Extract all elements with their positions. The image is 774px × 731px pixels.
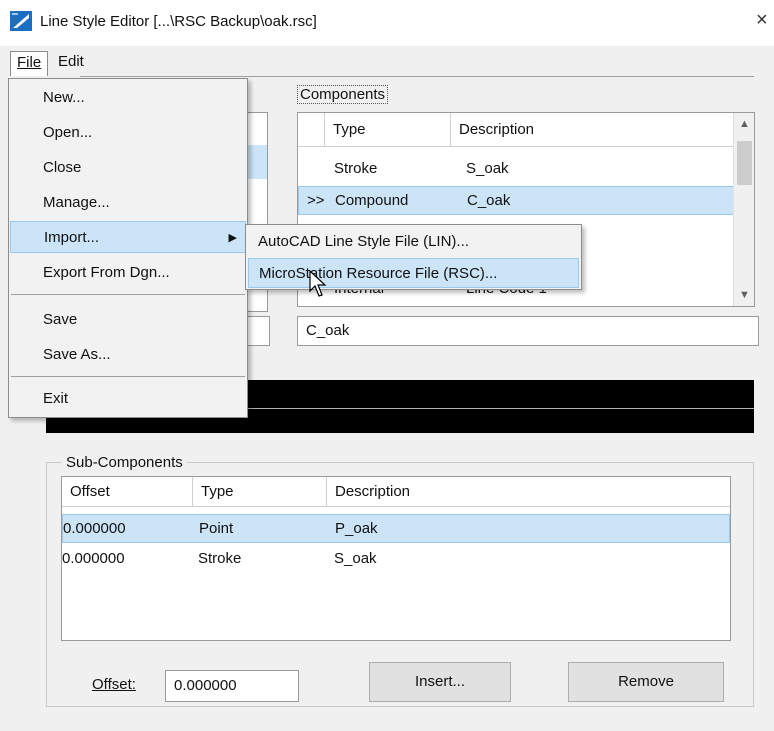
close-icon[interactable]: ×: [756, 9, 768, 32]
import-submenu: AutoCAD Line Style File (LIN)... MicroSt…: [245, 224, 582, 290]
menu-item-close[interactable]: Close: [10, 152, 246, 184]
menu-file[interactable]: File: [10, 51, 49, 76]
cell-description: P_oak: [335, 520, 378, 537]
components-label: Components: [297, 85, 389, 104]
list-item-selected[interactable]: >> Compound C_oak: [298, 186, 734, 215]
file-menu-dropdown: New... Open... Close Manage... Import...…: [8, 78, 248, 418]
submenu-item-microstation-rsc[interactable]: MicroStation Resource File (RSC)...: [248, 258, 579, 288]
components-header: Type Description: [298, 113, 754, 147]
list-item[interactable]: Stroke S_oak: [298, 155, 754, 184]
cell-offset: 0.000000: [62, 550, 125, 567]
title-bar: Line Style Editor [...\RSC Backup\oak.rs…: [0, 0, 774, 46]
table-row[interactable]: 0.000000 Stroke S_oak: [62, 545, 730, 574]
cell-type: Stroke: [198, 550, 242, 567]
column-header-description[interactable]: Description: [450, 113, 734, 147]
sub-components-list[interactable]: Offset Type Description 0.000000 Point P…: [61, 476, 731, 641]
sub-components-label: Sub-Components: [62, 454, 187, 471]
cell-description: S_oak: [334, 550, 377, 567]
offset-label-text: Offset:: [92, 676, 136, 693]
menu-separator: [11, 294, 245, 295]
menu-item-export[interactable]: Export From Dgn...: [10, 257, 246, 289]
row-marker: >>: [307, 192, 325, 209]
offset-label: Offset:: [92, 676, 136, 693]
insert-button[interactable]: Insert...: [369, 662, 511, 702]
menu-item-import[interactable]: Import... ▶: [10, 221, 246, 253]
row-type: Compound: [335, 192, 409, 209]
sub-components-header: Offset Type Description: [62, 477, 730, 507]
components-scrollbar[interactable]: ▲ ▼: [733, 113, 754, 306]
menu-bar: File Edit: [8, 48, 768, 76]
menu-edit[interactable]: Edit: [52, 51, 90, 76]
column-header-type[interactable]: Type: [324, 113, 450, 147]
column-header-offset[interactable]: Offset: [62, 477, 192, 507]
scroll-thumb[interactable]: [737, 141, 752, 185]
menu-separator: [11, 376, 245, 377]
menu-divider: [80, 76, 754, 77]
menu-item-save-as[interactable]: Save As...: [10, 339, 246, 371]
menu-item-new[interactable]: New...: [10, 82, 246, 114]
remove-button[interactable]: Remove: [568, 662, 724, 702]
menu-item-manage[interactable]: Manage...: [10, 187, 246, 219]
window-title: Line Style Editor [...\RSC Backup\oak.rs…: [40, 13, 317, 30]
column-header-description[interactable]: Description: [326, 477, 730, 507]
menu-item-exit[interactable]: Exit: [10, 383, 246, 415]
submenu-arrow-icon: ▶: [228, 232, 237, 244]
row-type: Stroke: [334, 160, 378, 177]
menu-item-save[interactable]: Save: [10, 304, 246, 336]
row-description: S_oak: [466, 160, 509, 177]
menu-file-label: File: [17, 54, 42, 71]
row-description: C_oak: [467, 192, 511, 209]
cell-offset: 0.000000: [63, 520, 126, 537]
menu-item-import-label: Import...: [44, 229, 100, 246]
component-name-field[interactable]: C_oak: [297, 316, 759, 346]
submenu-item-autocad-lin[interactable]: AutoCAD Line Style File (LIN)...: [248, 227, 579, 257]
scroll-up-icon[interactable]: ▲: [734, 113, 754, 135]
cell-type: Point: [199, 520, 234, 537]
table-row-selected[interactable]: 0.000000 Point P_oak: [62, 514, 730, 543]
menu-item-open[interactable]: Open...: [10, 117, 246, 149]
menu-edit-label: Edit: [58, 53, 84, 70]
scroll-down-icon[interactable]: ▼: [734, 284, 754, 306]
line-style-editor-icon: [10, 11, 32, 31]
offset-input[interactable]: 0.000000: [165, 670, 299, 702]
column-header-type[interactable]: Type: [192, 477, 326, 507]
mouse-cursor-icon: [309, 270, 327, 297]
